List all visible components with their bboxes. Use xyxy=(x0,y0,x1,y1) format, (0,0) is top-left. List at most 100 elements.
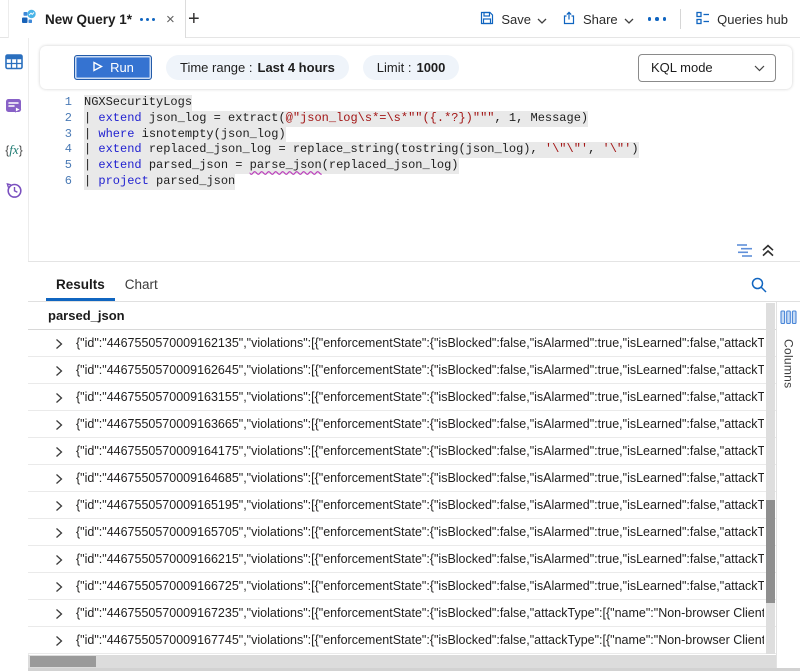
line-number: 2 xyxy=(28,111,72,127)
result-row[interactable]: {"id":"4467550570009163155","violations"… xyxy=(28,384,800,411)
tab-chart[interactable]: Chart xyxy=(115,277,168,301)
code-line[interactable]: 4| extend replaced_json_log = replace_st… xyxy=(28,142,800,158)
result-row[interactable]: {"id":"4467550570009163665","violations"… xyxy=(28,411,800,438)
run-button[interactable]: Run xyxy=(74,55,152,80)
expand-chevron-icon[interactable] xyxy=(53,526,64,538)
result-row[interactable]: {"id":"4467550570009165195","violations"… xyxy=(28,492,800,519)
chevron-down-icon xyxy=(754,60,765,75)
expand-chevron-icon[interactable] xyxy=(53,337,64,349)
run-label: Run xyxy=(110,60,134,75)
expand-chevron-icon[interactable] xyxy=(53,445,64,457)
top-bar: New Query 1* × + Save xyxy=(0,0,800,38)
share-icon xyxy=(561,10,577,29)
row-json-text: {"id":"4467550570009164685","violations"… xyxy=(76,471,764,485)
result-row[interactable]: {"id":"4467550570009162645","violations"… xyxy=(28,357,800,384)
result-row[interactable]: {"id":"4467550570009166215","violations"… xyxy=(28,546,800,573)
left-sidebar: {fx} xyxy=(0,38,28,671)
time-range-picker[interactable]: Time range : Last 4 hours xyxy=(166,55,349,80)
code-text: | where isnotempty(json_log) xyxy=(84,127,286,143)
limit-picker[interactable]: Limit : 1000 xyxy=(363,55,460,80)
vertical-scrollbar-thumb[interactable] xyxy=(766,500,775,603)
results-tabs: Results Chart xyxy=(28,262,800,302)
line-number: 5 xyxy=(28,158,72,174)
code-line[interactable]: 1NGXSecurityLogs xyxy=(28,95,800,111)
result-row[interactable]: {"id":"4467550570009165705","violations"… xyxy=(28,519,800,546)
chevron-down-icon[interactable] xyxy=(624,12,634,27)
result-row[interactable]: {"id":"4467550570009164685","violations"… xyxy=(28,465,800,492)
result-row[interactable]: {"id":"4467550570009166725","violations"… xyxy=(28,573,800,600)
row-json-text: {"id":"4467550570009163155","violations"… xyxy=(76,390,764,404)
format-lines-icon[interactable] xyxy=(736,243,753,263)
tab-results[interactable]: Results xyxy=(46,277,115,301)
row-json-text: {"id":"4467550570009166725","violations"… xyxy=(76,579,764,593)
chevron-down-icon[interactable] xyxy=(537,12,547,27)
code-line[interactable]: 5| extend parsed_json = parse_json(repla… xyxy=(28,158,800,174)
code-line[interactable]: 3 | where isnotempty(json_log) xyxy=(28,127,800,143)
limit-value: 1000 xyxy=(416,60,445,75)
row-json-text: {"id":"4467550570009162645","violations"… xyxy=(76,363,764,377)
row-json-text: {"id":"4467550570009162135","violations"… xyxy=(76,336,764,350)
horizontal-scrollbar-thumb[interactable] xyxy=(30,656,96,667)
save-icon xyxy=(479,10,495,29)
result-row[interactable]: {"id":"4467550570009162135","violations"… xyxy=(28,330,800,357)
saved-scripts-icon[interactable] xyxy=(5,98,23,119)
row-json-text: {"id":"4467550570009166215","violations"… xyxy=(76,552,764,566)
more-actions-icon[interactable] xyxy=(648,17,667,21)
expand-chevron-icon[interactable] xyxy=(53,391,64,403)
vertical-scrollbar[interactable] xyxy=(766,303,775,654)
code-line[interactable]: 2| extend json_log = extract(@"json_log\… xyxy=(28,111,800,127)
horizontal-scrollbar[interactable] xyxy=(28,655,776,668)
result-row[interactable]: {"id":"4467550570009167745","violations"… xyxy=(28,627,800,654)
expand-chevron-icon[interactable] xyxy=(53,553,64,565)
share-label: Share xyxy=(583,12,618,27)
columns-panel-label: Columns xyxy=(782,339,796,388)
line-number: 1 xyxy=(28,95,72,111)
expand-chevron-icon[interactable] xyxy=(53,607,64,619)
line-number: 4 xyxy=(28,142,72,158)
expand-chevron-icon[interactable] xyxy=(53,418,64,430)
expand-chevron-icon[interactable] xyxy=(53,472,64,484)
tab-close-icon[interactable]: × xyxy=(166,12,175,27)
result-row[interactable]: {"id":"4467550570009167235","violations"… xyxy=(28,600,800,627)
topbar-actions: Save Share xyxy=(479,0,788,38)
search-icon[interactable] xyxy=(750,276,768,299)
code-line[interactable]: 6| project parsed_json xyxy=(28,174,800,190)
history-icon[interactable] xyxy=(5,181,23,204)
grid-body: {"id":"4467550570009162135","violations"… xyxy=(28,330,800,654)
queries-hub-label: Queries hub xyxy=(717,12,788,27)
queries-hub-button[interactable]: Queries hub xyxy=(695,10,788,29)
adx-logo-icon xyxy=(21,9,37,30)
share-button[interactable]: Share xyxy=(561,10,634,29)
result-row[interactable]: {"id":"4467550570009164175","violations"… xyxy=(28,438,800,465)
query-editor[interactable]: 1NGXSecurityLogs2| extend json_log = ext… xyxy=(28,95,800,190)
expand-chevron-icon[interactable] xyxy=(53,634,64,646)
expand-chevron-icon[interactable] xyxy=(53,499,64,511)
column-header-label: parsed_json xyxy=(48,308,125,323)
row-json-text: {"id":"4467550570009163665","violations"… xyxy=(76,417,764,431)
columns-side-panel[interactable]: Columns xyxy=(776,302,800,671)
new-tab-button[interactable]: + xyxy=(188,0,200,38)
functions-icon[interactable]: {fx} xyxy=(5,142,22,158)
column-header-parsed-json[interactable]: parsed_json xyxy=(28,302,800,330)
expand-chevron-icon[interactable] xyxy=(53,580,64,592)
row-json-text: {"id":"4467550570009167745","violations"… xyxy=(76,633,764,647)
tab-title: New Query 1* xyxy=(45,12,132,27)
editor-tools xyxy=(736,243,775,263)
columns-icon xyxy=(780,310,797,330)
time-range-label: Time range : xyxy=(180,60,253,75)
collapse-panel-icon[interactable] xyxy=(761,243,775,263)
save-button[interactable]: Save xyxy=(479,10,547,29)
query-tab[interactable]: New Query 1* × xyxy=(8,0,186,38)
tab-more-icon[interactable] xyxy=(140,18,155,21)
app-window: New Query 1* × + Save xyxy=(0,0,800,671)
line-number: 3 xyxy=(28,127,72,143)
query-toolbar: Run Time range : Last 4 hours Limit : 10… xyxy=(40,46,792,89)
query-mode-select[interactable]: KQL mode xyxy=(638,54,776,82)
queries-hub-icon xyxy=(695,10,711,29)
results-grid: parsed_json {"id":"4467550570009162135",… xyxy=(28,302,800,654)
row-json-text: {"id":"4467550570009165195","violations"… xyxy=(76,498,764,512)
divider xyxy=(680,9,681,29)
table-explorer-icon[interactable] xyxy=(5,54,23,75)
limit-label: Limit : xyxy=(377,60,412,75)
expand-chevron-icon[interactable] xyxy=(53,364,64,376)
